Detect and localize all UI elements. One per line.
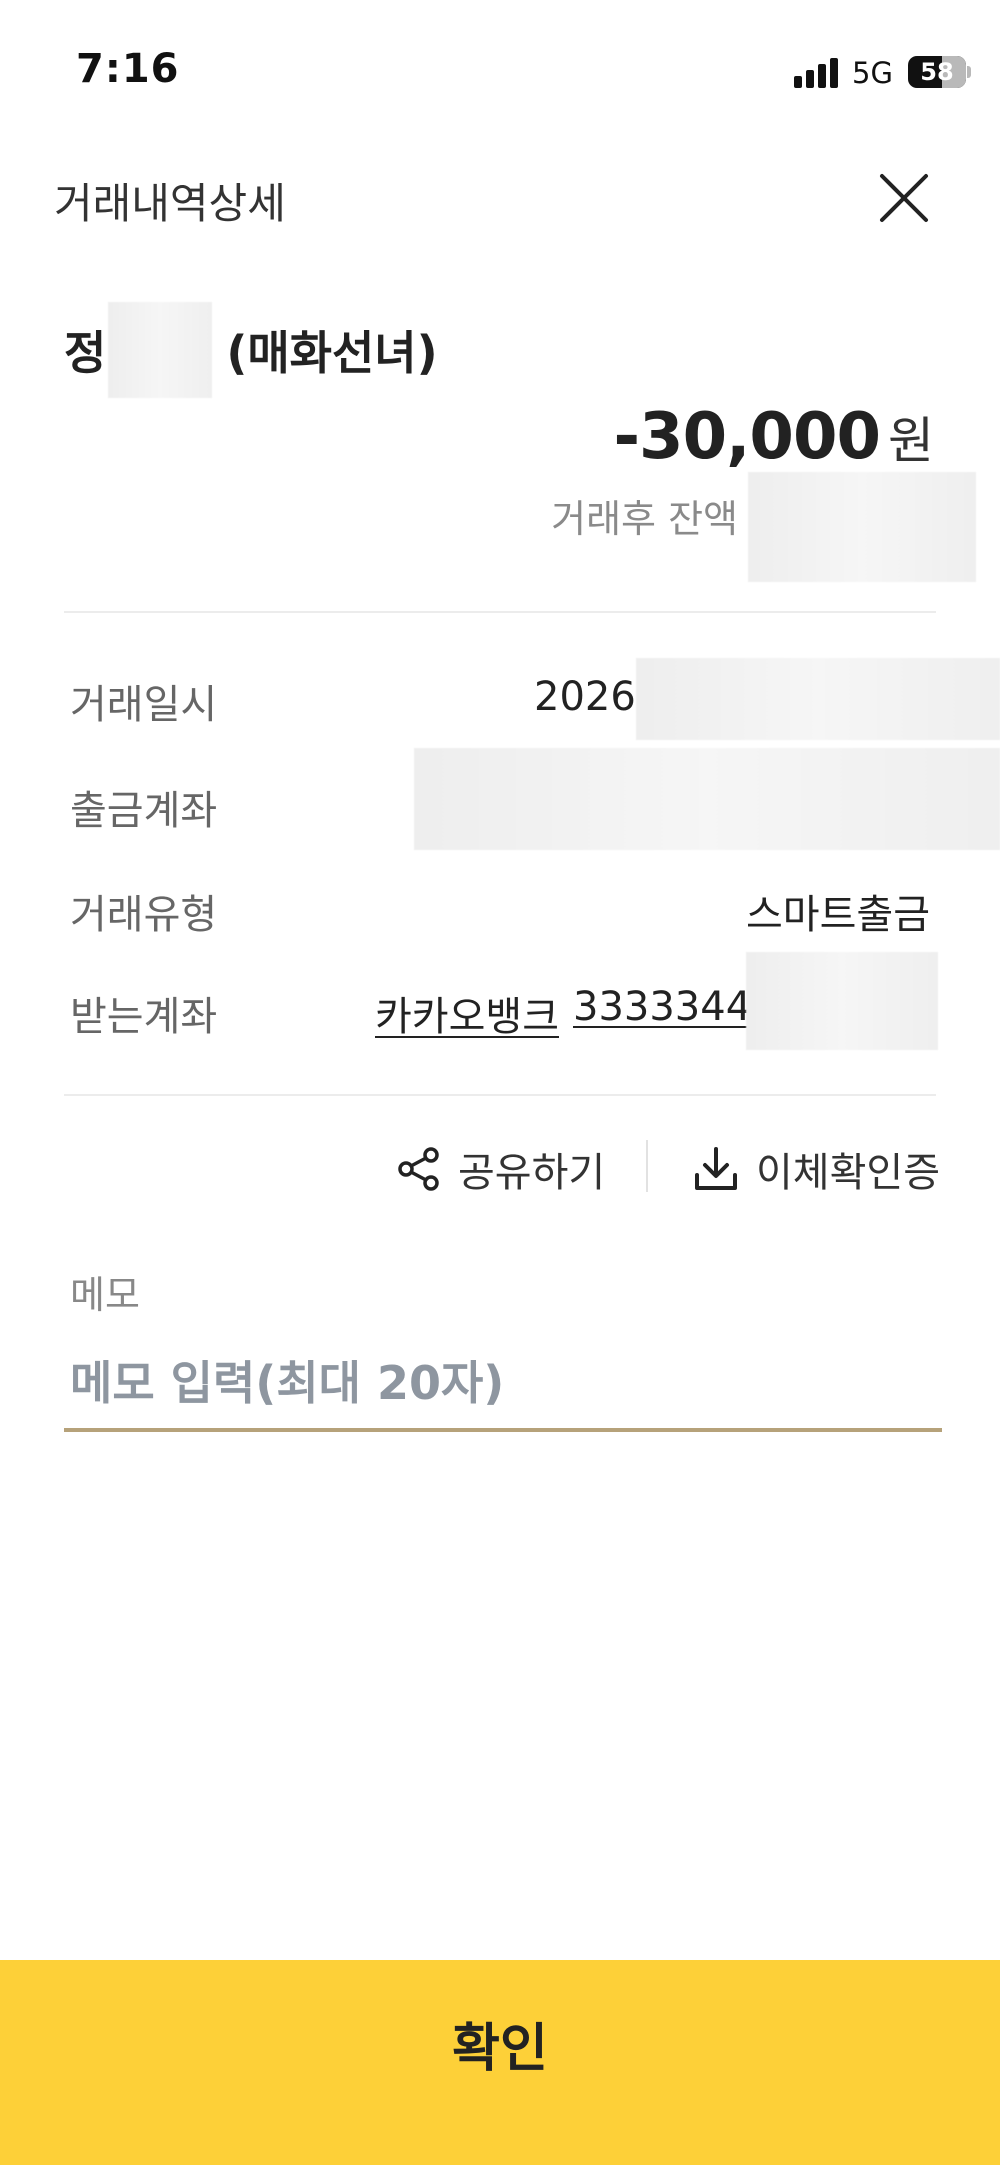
currency-unit: 원 — [888, 412, 934, 470]
share-icon — [398, 1147, 439, 1191]
to-account-label: 받는계좌 — [70, 994, 218, 1040]
divider — [64, 611, 936, 613]
recipient-prefix: 정 — [64, 326, 107, 380]
to-bank-link[interactable]: 카카오뱅크 — [375, 984, 559, 1042]
battery-icon: 58 — [908, 56, 966, 88]
datetime-value-mask — [636, 658, 1000, 740]
datetime-value: 2026. — [534, 674, 649, 720]
from-account-label: 출금계좌 — [70, 788, 218, 834]
status-time: 7:16 — [76, 46, 180, 92]
share-button[interactable]: 공유하기 — [396, 1140, 605, 1198]
memo-label: 메모 — [70, 1273, 140, 1317]
page-title: 거래내역상세 — [54, 179, 286, 228]
share-label: 공유하기 — [458, 1150, 606, 1196]
to-account-value[interactable]: 카카오뱅크 3333344 — [375, 984, 751, 1042]
recipient-name: 정 (매화선녀) — [64, 302, 438, 398]
memo-input[interactable] — [64, 1338, 942, 1432]
divider — [64, 1094, 936, 1096]
transaction-type-label: 거래유형 — [70, 892, 218, 938]
recipient-suffix: (매화선녀) — [226, 326, 438, 380]
certificate-label: 이체확인증 — [756, 1150, 940, 1196]
amount-value: -30,000 — [613, 400, 881, 474]
transfer-certificate-button[interactable]: 이체확인증 — [692, 1140, 940, 1198]
confirm-button[interactable]: 확인 — [0, 1960, 1000, 2165]
network-type: 5G — [852, 56, 893, 90]
from-account-mask — [414, 748, 1000, 850]
battery-percent: 58 — [920, 58, 954, 86]
transaction-type-value: 스마트출금 — [746, 892, 930, 938]
action-separator — [646, 1140, 648, 1192]
close-icon — [880, 174, 928, 222]
signal-strength-icon — [794, 58, 840, 88]
close-button[interactable] — [874, 168, 934, 228]
to-account-mask — [746, 952, 938, 1050]
balance-label: 거래후 잔액 — [551, 497, 738, 541]
to-account-number-link[interactable]: 3333344 — [573, 984, 751, 1042]
recipient-name-mask — [108, 302, 213, 398]
balance-value-mask — [748, 472, 976, 582]
datetime-label: 거래일시 — [70, 682, 218, 728]
amount-row: -30,000 원 — [613, 400, 934, 474]
battery-tip — [967, 66, 971, 78]
download-icon — [695, 1147, 737, 1190]
